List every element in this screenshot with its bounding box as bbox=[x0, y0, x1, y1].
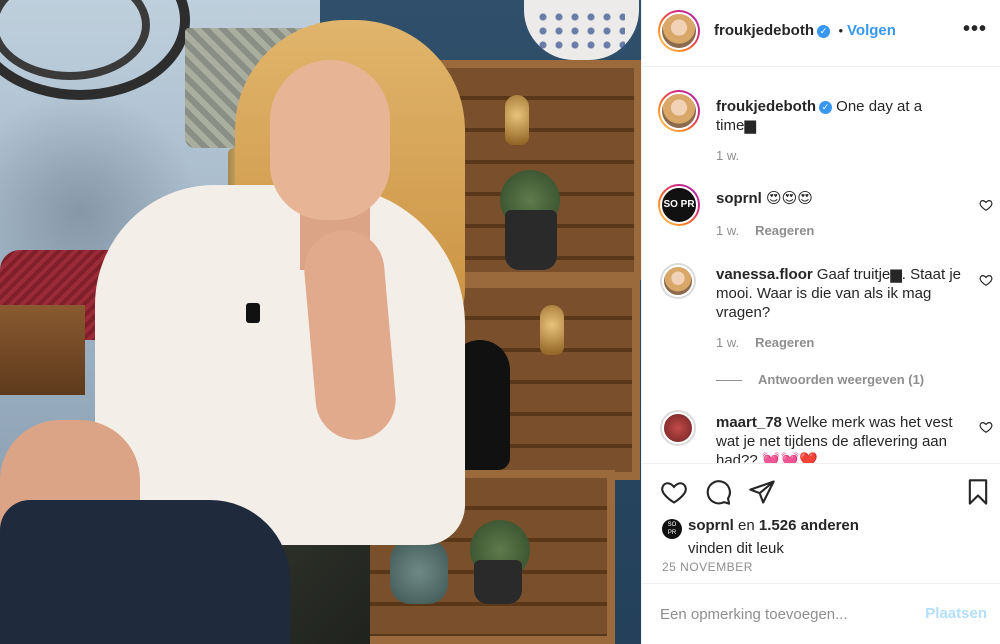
ceramic-jar bbox=[390, 540, 448, 604]
caption-time[interactable]: 1 w. bbox=[716, 148, 739, 163]
vase-pattern bbox=[535, 10, 625, 50]
likes-count[interactable]: 1.526 anderen bbox=[759, 517, 859, 534]
comment-avatar[interactable] bbox=[660, 263, 696, 299]
follow-button[interactable]: Volgen bbox=[847, 22, 896, 39]
like-comment-heart-icon[interactable] bbox=[979, 273, 993, 287]
comment-time[interactable]: 1 w. bbox=[716, 335, 739, 350]
desk bbox=[0, 305, 85, 395]
person-face bbox=[270, 60, 390, 220]
replies-line bbox=[716, 380, 742, 382]
view-replies-label: Antwoorden weergeven (1) bbox=[758, 372, 925, 387]
reply-button[interactable]: Reageren bbox=[755, 335, 814, 350]
liker-avatar[interactable]: SO PR bbox=[662, 519, 682, 539]
share-paper-plane-icon[interactable] bbox=[748, 478, 776, 506]
light-bulb bbox=[505, 95, 529, 145]
verified-badge-icon: ✓ bbox=[819, 101, 832, 114]
likes-summary: SO PR soprnl en 1.526 anderen vinden dit l… bbox=[662, 516, 859, 558]
caption-username[interactable]: froukjedeboth bbox=[716, 98, 816, 115]
header-title: froukjedeboth ✓ • Volgen bbox=[714, 22, 896, 40]
likes-suffix: vinden dit leuk bbox=[688, 540, 784, 557]
post-date[interactable]: 25 NOVEMBER bbox=[662, 560, 753, 574]
comment-input[interactable] bbox=[660, 602, 910, 626]
light-bulb bbox=[540, 305, 564, 355]
author-avatar[interactable] bbox=[658, 10, 700, 52]
post-sidebar: froukjedeboth ✓ • Volgen ••• froukjedeboth… bbox=[641, 0, 1000, 644]
reply-button[interactable]: Reageren bbox=[755, 223, 814, 238]
post-photo[interactable] bbox=[0, 0, 641, 644]
view-replies-button[interactable]: Antwoorden weergeven (1) bbox=[716, 372, 924, 387]
comment-username[interactable]: vanessa.floor bbox=[716, 266, 813, 283]
save-bookmark-icon[interactable] bbox=[964, 478, 992, 506]
like-heart-icon[interactable] bbox=[660, 478, 688, 506]
author-username[interactable]: froukjedeboth bbox=[714, 22, 814, 39]
plant-pot bbox=[474, 560, 522, 604]
comment-meta: 1 w. Reageren bbox=[716, 223, 814, 238]
add-comment-bar: Plaatsen bbox=[642, 583, 1000, 644]
more-options-icon[interactable]: ••• bbox=[963, 18, 987, 41]
comments-list[interactable]: froukjedeboth ✓ One day at a time▆ 1 w. S… bbox=[642, 68, 1000, 463]
plant-pot bbox=[505, 210, 557, 270]
comment-text: soprnl 😍😍😍 bbox=[716, 189, 966, 208]
person-torso bbox=[95, 185, 465, 545]
like-comment-heart-icon[interactable] bbox=[979, 198, 993, 212]
comment-username[interactable]: soprnl bbox=[716, 190, 762, 207]
liker-username[interactable]: soprnl bbox=[688, 517, 734, 534]
comment-avatar[interactable]: SO PR bbox=[658, 184, 700, 226]
post-actions: SO PR soprnl en 1.526 anderen vinden dit l… bbox=[642, 463, 1000, 583]
comment-username[interactable]: maart_78 bbox=[716, 414, 782, 431]
post-header: froukjedeboth ✓ • Volgen ••• bbox=[642, 0, 1000, 67]
caption-text: froukjedeboth ✓ One day at a time▆ bbox=[716, 97, 966, 135]
comment-meta: 1 w. Reageren bbox=[716, 335, 814, 350]
comment-bubble-icon[interactable] bbox=[704, 478, 732, 506]
caption-avatar[interactable] bbox=[658, 90, 700, 132]
separator-dot: • bbox=[838, 23, 844, 38]
person-pants bbox=[0, 500, 290, 644]
post-comment-button[interactable]: Plaatsen bbox=[925, 605, 987, 622]
comment-time[interactable]: 1 w. bbox=[716, 223, 739, 238]
like-comment-heart-icon[interactable] bbox=[979, 420, 993, 434]
likes-connector: en bbox=[738, 517, 755, 534]
lavalier-mic bbox=[246, 303, 260, 323]
comment-body: 😍😍😍 bbox=[766, 190, 813, 207]
comment-text: vanessa.floor Gaaf truitje▆. Staat je mo… bbox=[716, 265, 966, 322]
comment-avatar[interactable] bbox=[660, 410, 696, 446]
comment-text: maart_78 Welke merk was het vest wat je … bbox=[716, 413, 966, 463]
verified-badge-icon: ✓ bbox=[817, 25, 830, 38]
